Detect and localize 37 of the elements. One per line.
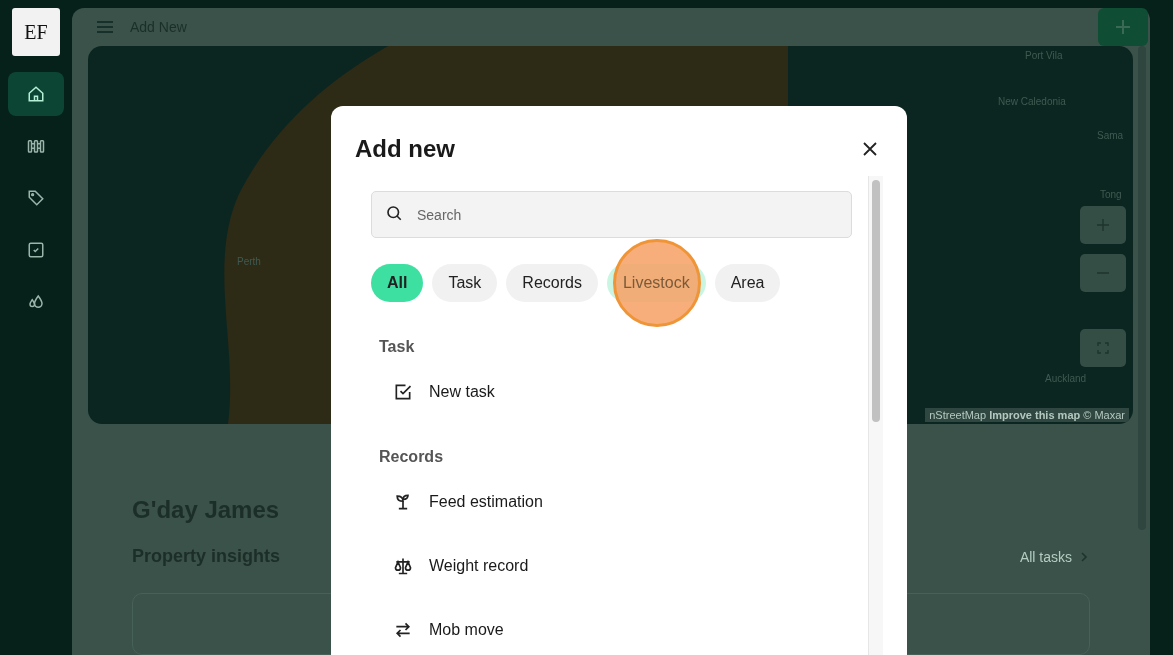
filter-chip[interactable]: Area: [714, 264, 781, 302]
zoom-in-button[interactable]: [1080, 206, 1126, 244]
filter-chip[interactable]: Task: [432, 264, 498, 302]
plus-icon: [1115, 19, 1131, 35]
all-tasks-link[interactable]: All tasks: [1019, 548, 1088, 565]
drops-icon: [27, 293, 45, 311]
plus-icon: [1097, 219, 1109, 231]
menu-item[interactable]: Feed estimation: [371, 482, 852, 522]
scrollbar-thumb[interactable]: [1137, 46, 1146, 530]
fence-icon: [27, 137, 45, 155]
checkbox-icon: [393, 382, 413, 402]
filter-chip[interactable]: All: [371, 264, 424, 302]
menu-icon[interactable]: [97, 20, 113, 34]
menu-item[interactable]: New task: [371, 372, 852, 412]
menu-item[interactable]: Weight record: [371, 546, 852, 586]
filter-chip[interactable]: Records: [506, 264, 598, 302]
map-attribution: nStreetMap Improve this map © Maxar: [925, 408, 1129, 422]
section-heading: Task: [379, 338, 416, 356]
section-heading: Records: [379, 448, 445, 466]
fullscreen-icon: [1097, 342, 1109, 354]
scale-icon: [393, 556, 413, 576]
scrollbar-thumb[interactable]: [872, 180, 880, 422]
search-field[interactable]: Search: [371, 191, 852, 238]
chevron-right-icon: [1080, 551, 1088, 562]
home-icon: [27, 85, 45, 103]
logo: EF: [12, 8, 60, 56]
checkbox-icon: [27, 241, 45, 259]
dialog-title: Add new: [355, 135, 455, 163]
sidebar-item[interactable]: [8, 72, 64, 116]
add-button[interactable]: [1098, 8, 1148, 46]
fullscreen-button[interactable]: [1080, 329, 1126, 367]
zoom-out-button[interactable]: [1080, 254, 1126, 292]
menu-item[interactable]: Mob move: [371, 610, 852, 650]
arrows-icon: [393, 620, 413, 640]
close-icon: [863, 142, 877, 156]
map-label: Perth: [237, 256, 261, 267]
tag-icon: [27, 189, 45, 207]
